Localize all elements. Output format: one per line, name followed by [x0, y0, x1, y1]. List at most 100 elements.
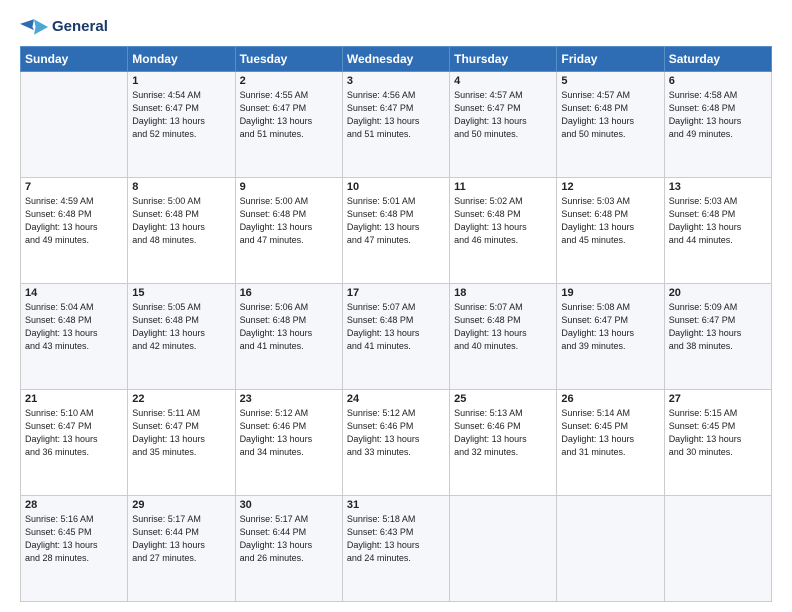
- logo-text: General: [52, 18, 108, 35]
- calendar-cell: 16Sunrise: 5:06 AM Sunset: 6:48 PM Dayli…: [235, 284, 342, 390]
- calendar-cell: 27 Sunrise: 5:15 AM Sunset: 6:45 PM Dayli…: [664, 390, 771, 496]
- day-number: 16: [240, 287, 338, 299]
- calendar-week-2: 7 Sunrise: 4:59 AM Sunset: 6:48 PM Daylig…: [21, 178, 772, 284]
- day-content: Sunrise: 5:16 AM Sunset: 6:45 PM Dayligh…: [25, 513, 123, 565]
- day-number: 9: [240, 181, 338, 193]
- calendar-cell: 13Sunrise: 5:03 AM Sunset: 6:48 PM Dayli…: [664, 178, 771, 284]
- calendar-cell: 11 Sunrise: 5:02 AM Sunset: 6:48 PM Dayli…: [450, 178, 557, 284]
- calendar-cell: [664, 496, 771, 602]
- day-number: 21: [25, 393, 123, 405]
- day-content: Sunrise: 5:14 AM Sunset: 6:45 PM Dayligh…: [561, 407, 659, 459]
- day-content: Sunrise: 5:08 AM Sunset: 6:47 PM Dayligh…: [561, 301, 659, 353]
- day-number: 23: [240, 393, 338, 405]
- day-content: Sunrise: 5:07 AM Sunset: 6:48 PM Dayligh…: [454, 301, 552, 353]
- day-number: 25: [454, 393, 552, 405]
- logo-icon: [20, 16, 48, 38]
- day-number: 1: [132, 75, 230, 87]
- day-content: Sunrise: 4:55 AM Sunset: 6:47 PM Dayligh…: [240, 89, 338, 141]
- calendar-week-3: 14 Sunrise: 5:04 AM Sunset: 6:48 PM Dayli…: [21, 284, 772, 390]
- day-content: Sunrise: 5:01 AM Sunset: 6:48 PM Dayligh…: [347, 195, 445, 247]
- day-number: 24: [347, 393, 445, 405]
- calendar-cell: 6 Sunrise: 4:58 AM Sunset: 6:48 PM Daylig…: [664, 72, 771, 178]
- calendar-cell: 4Sunrise: 4:57 AM Sunset: 6:47 PM Daylig…: [450, 72, 557, 178]
- weekday-tuesday: Tuesday: [235, 47, 342, 72]
- calendar-week-1: 1 Sunrise: 4:54 AM Sunset: 6:47 PM Daylig…: [21, 72, 772, 178]
- day-number: 6: [669, 75, 767, 87]
- calendar-cell: 2 Sunrise: 4:55 AM Sunset: 6:47 PM Daylig…: [235, 72, 342, 178]
- day-content: Sunrise: 5:15 AM Sunset: 6:45 PM Dayligh…: [669, 407, 767, 459]
- calendar-cell: 8Sunrise: 5:00 AM Sunset: 6:48 PM Daylig…: [128, 178, 235, 284]
- day-number: 14: [25, 287, 123, 299]
- day-number: 22: [132, 393, 230, 405]
- calendar-cell: 15 Sunrise: 5:05 AM Sunset: 6:48 PM Dayli…: [128, 284, 235, 390]
- day-content: Sunrise: 5:02 AM Sunset: 6:48 PM Dayligh…: [454, 195, 552, 247]
- day-number: 15: [132, 287, 230, 299]
- day-number: 27: [669, 393, 767, 405]
- calendar-cell: 31 Sunrise: 5:18 AM Sunset: 6:43 PM Dayli…: [342, 496, 449, 602]
- day-content: Sunrise: 5:17 AM Sunset: 6:44 PM Dayligh…: [240, 513, 338, 565]
- calendar-cell: 12 Sunrise: 5:03 AM Sunset: 6:48 PM Dayli…: [557, 178, 664, 284]
- day-content: Sunrise: 5:17 AM Sunset: 6:44 PM Dayligh…: [132, 513, 230, 565]
- calendar-table: SundayMondayTuesdayWednesdayThursdayFrid…: [20, 46, 772, 602]
- day-content: Sunrise: 4:59 AM Sunset: 6:48 PM Dayligh…: [25, 195, 123, 247]
- calendar-cell: 22 Sunrise: 5:11 AM Sunset: 6:47 PM Dayli…: [128, 390, 235, 496]
- calendar-cell: 24 Sunrise: 5:12 AM Sunset: 6:46 PM Dayli…: [342, 390, 449, 496]
- day-number: 17: [347, 287, 445, 299]
- day-content: Sunrise: 5:07 AM Sunset: 6:48 PM Dayligh…: [347, 301, 445, 353]
- day-number: 12: [561, 181, 659, 193]
- day-number: 3: [347, 75, 445, 87]
- calendar-cell: 7 Sunrise: 4:59 AM Sunset: 6:48 PM Daylig…: [21, 178, 128, 284]
- page: General SundayMondayTuesdayWednesdayThur…: [0, 0, 792, 612]
- day-number: 28: [25, 499, 123, 511]
- day-content: Sunrise: 5:09 AM Sunset: 6:47 PM Dayligh…: [669, 301, 767, 353]
- weekday-monday: Monday: [128, 47, 235, 72]
- day-content: Sunrise: 5:10 AM Sunset: 6:47 PM Dayligh…: [25, 407, 123, 459]
- day-content: Sunrise: 5:12 AM Sunset: 6:46 PM Dayligh…: [347, 407, 445, 459]
- day-number: 29: [132, 499, 230, 511]
- day-number: 20: [669, 287, 767, 299]
- calendar-cell: 23Sunrise: 5:12 AM Sunset: 6:46 PM Dayli…: [235, 390, 342, 496]
- calendar-cell: 10 Sunrise: 5:01 AM Sunset: 6:48 PM Dayli…: [342, 178, 449, 284]
- calendar-cell: 18Sunrise: 5:07 AM Sunset: 6:48 PM Dayli…: [450, 284, 557, 390]
- calendar-week-4: 21 Sunrise: 5:10 AM Sunset: 6:47 PM Dayli…: [21, 390, 772, 496]
- day-content: Sunrise: 5:03 AM Sunset: 6:48 PM Dayligh…: [561, 195, 659, 247]
- day-number: 7: [25, 181, 123, 193]
- day-content: Sunrise: 5:00 AM Sunset: 6:48 PM Dayligh…: [132, 195, 230, 247]
- day-number: 11: [454, 181, 552, 193]
- calendar-cell: 1 Sunrise: 4:54 AM Sunset: 6:47 PM Daylig…: [128, 72, 235, 178]
- header: General: [20, 16, 772, 38]
- calendar-cell: [21, 72, 128, 178]
- day-content: Sunrise: 5:05 AM Sunset: 6:48 PM Dayligh…: [132, 301, 230, 353]
- day-number: 5: [561, 75, 659, 87]
- calendar-cell: 14 Sunrise: 5:04 AM Sunset: 6:48 PM Dayli…: [21, 284, 128, 390]
- day-content: Sunrise: 5:11 AM Sunset: 6:47 PM Dayligh…: [132, 407, 230, 459]
- day-content: Sunrise: 5:00 AM Sunset: 6:48 PM Dayligh…: [240, 195, 338, 247]
- day-number: 10: [347, 181, 445, 193]
- day-content: Sunrise: 5:13 AM Sunset: 6:46 PM Dayligh…: [454, 407, 552, 459]
- calendar-cell: 17 Sunrise: 5:07 AM Sunset: 6:48 PM Dayli…: [342, 284, 449, 390]
- day-content: Sunrise: 4:57 AM Sunset: 6:48 PM Dayligh…: [561, 89, 659, 141]
- weekday-header-row: SundayMondayTuesdayWednesdayThursdayFrid…: [21, 47, 772, 72]
- calendar-cell: 9 Sunrise: 5:00 AM Sunset: 6:48 PM Daylig…: [235, 178, 342, 284]
- day-content: Sunrise: 5:18 AM Sunset: 6:43 PM Dayligh…: [347, 513, 445, 565]
- calendar-week-5: 28 Sunrise: 5:16 AM Sunset: 6:45 PM Dayli…: [21, 496, 772, 602]
- calendar-cell: 29 Sunrise: 5:17 AM Sunset: 6:44 PM Dayli…: [128, 496, 235, 602]
- calendar-cell: 19Sunrise: 5:08 AM Sunset: 6:47 PM Dayli…: [557, 284, 664, 390]
- calendar-cell: 21 Sunrise: 5:10 AM Sunset: 6:47 PM Dayli…: [21, 390, 128, 496]
- weekday-saturday: Saturday: [664, 47, 771, 72]
- calendar-cell: 28 Sunrise: 5:16 AM Sunset: 6:45 PM Dayli…: [21, 496, 128, 602]
- day-number: 30: [240, 499, 338, 511]
- day-content: Sunrise: 4:54 AM Sunset: 6:47 PM Dayligh…: [132, 89, 230, 141]
- day-number: 31: [347, 499, 445, 511]
- weekday-wednesday: Wednesday: [342, 47, 449, 72]
- day-content: Sunrise: 5:04 AM Sunset: 6:48 PM Dayligh…: [25, 301, 123, 353]
- calendar-cell: 30 Sunrise: 5:17 AM Sunset: 6:44 PM Dayli…: [235, 496, 342, 602]
- day-number: 2: [240, 75, 338, 87]
- calendar-cell: 25 Sunrise: 5:13 AM Sunset: 6:46 PM Dayli…: [450, 390, 557, 496]
- day-number: 26: [561, 393, 659, 405]
- day-number: 13: [669, 181, 767, 193]
- calendar-cell: 26 Sunrise: 5:14 AM Sunset: 6:45 PM Dayli…: [557, 390, 664, 496]
- weekday-thursday: Thursday: [450, 47, 557, 72]
- weekday-friday: Friday: [557, 47, 664, 72]
- day-content: Sunrise: 4:58 AM Sunset: 6:48 PM Dayligh…: [669, 89, 767, 141]
